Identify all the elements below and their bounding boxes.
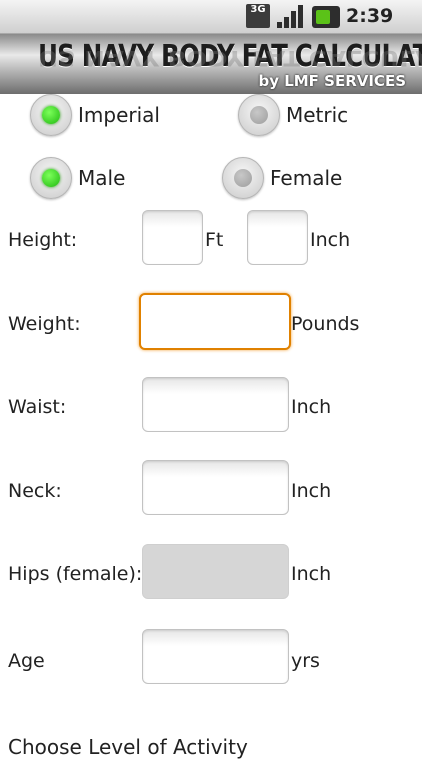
radio-female-label: Female bbox=[270, 166, 343, 190]
weight-label: Weight: bbox=[8, 313, 81, 335]
app-banner: US NAVY BODY FAT CALCULATOR US NAVY BODY… bbox=[0, 34, 422, 94]
waist-input[interactable] bbox=[142, 377, 289, 432]
height-feet-unit: Ft bbox=[205, 229, 224, 251]
radio-metric[interactable]: Metric bbox=[238, 94, 348, 136]
radio-button-icon[interactable] bbox=[238, 94, 280, 136]
radio-metric-label: Metric bbox=[286, 103, 349, 127]
neck-unit: Inch bbox=[291, 480, 332, 502]
radio-male-label: Male bbox=[78, 166, 126, 190]
app-title-reflection: US NAVY BODY FAT CALCULATOR bbox=[37, 45, 422, 71]
waist-label: Waist: bbox=[8, 396, 67, 418]
age-unit: yrs bbox=[291, 650, 320, 672]
radio-button-icon[interactable] bbox=[30, 157, 72, 199]
network-3g-icon: 3G bbox=[246, 4, 270, 28]
height-inch-input[interactable] bbox=[247, 210, 308, 265]
weight-input[interactable] bbox=[139, 293, 291, 350]
weight-unit: Pounds bbox=[291, 313, 360, 335]
hips-label: Hips (female): bbox=[8, 563, 143, 585]
app-subtitle: by LMF SERVICES bbox=[258, 72, 406, 90]
hips-unit: Inch bbox=[291, 563, 332, 585]
height-inch-unit: Inch bbox=[310, 229, 351, 251]
signal-strength-icon bbox=[277, 4, 305, 28]
neck-label: Neck: bbox=[8, 480, 62, 502]
neck-input[interactable] bbox=[142, 460, 289, 515]
radio-imperial[interactable]: Imperial bbox=[30, 94, 160, 136]
radio-female[interactable]: Female bbox=[222, 157, 342, 199]
hips-input bbox=[142, 544, 289, 599]
radio-imperial-label: Imperial bbox=[78, 103, 160, 127]
activity-heading: Choose Level of Activity bbox=[8, 735, 248, 759]
radio-button-icon[interactable] bbox=[30, 94, 72, 136]
radio-male[interactable]: Male bbox=[30, 157, 125, 199]
height-label: Height: bbox=[8, 229, 78, 251]
age-input[interactable] bbox=[142, 629, 289, 684]
status-bar: 3G 2:39 AM bbox=[0, 0, 422, 48]
height-feet-input[interactable] bbox=[142, 210, 203, 265]
radio-button-icon[interactable] bbox=[222, 157, 264, 199]
battery-icon bbox=[312, 6, 340, 28]
waist-unit: Inch bbox=[291, 396, 332, 418]
age-label: Age bbox=[8, 650, 45, 672]
